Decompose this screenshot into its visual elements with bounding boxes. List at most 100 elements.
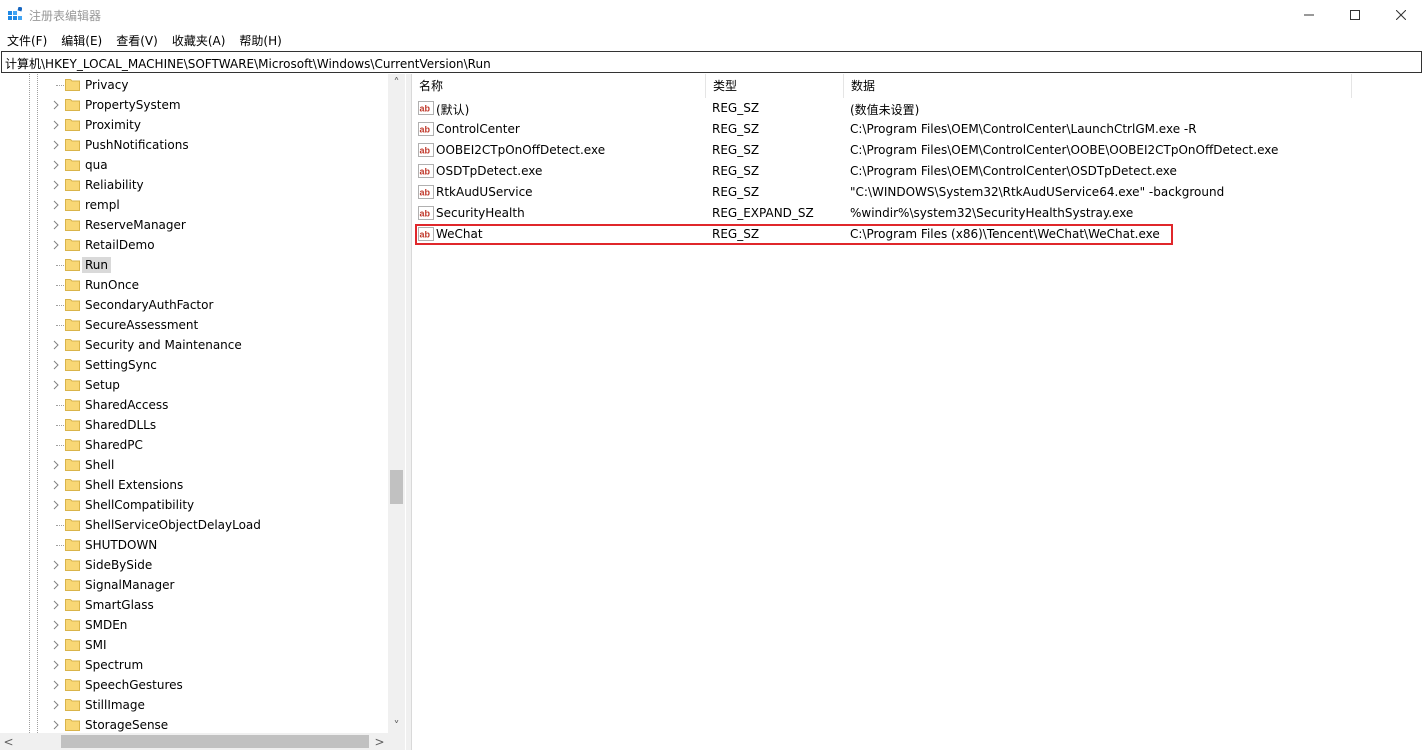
tree-item[interactable]: Security and Maintenance [0,335,388,355]
tree-item[interactable]: SHUTDOWN [0,535,388,555]
tree-item[interactable]: Proximity [0,115,388,135]
scroll-right-arrow-icon[interactable]: > [371,733,388,750]
tree-item[interactable]: Shell [0,455,388,475]
menu-help[interactable]: 帮助(H) [232,32,288,49]
maximize-button[interactable] [1332,0,1378,30]
value-row[interactable]: ab OOBEI2CTpOnOffDetect.exe REG_SZ C:\Progr… [412,140,1424,161]
menu-favorites[interactable]: 收藏夹(A) [165,32,233,49]
tree-item-label: Spectrum [85,658,144,672]
expand-chevron-icon[interactable] [51,460,61,470]
tree-item[interactable]: Privacy [0,75,388,95]
tree-item[interactable]: SMDEn [0,615,388,635]
tree-item[interactable]: ShellCompatibility [0,495,388,515]
tree-item[interactable]: SecondaryAuthFactor [0,295,388,315]
expand-chevron-icon[interactable] [51,180,61,190]
tree-item[interactable]: RetailDemo [0,235,388,255]
scroll-left-arrow-icon[interactable]: < [0,733,17,750]
column-header-name[interactable]: 名称 [412,74,706,98]
value-row[interactable]: ab OSDTpDetect.exe REG_SZ C:\Program Files\… [412,161,1424,182]
expand-chevron-icon[interactable] [51,680,61,690]
tree-item[interactable]: SharedPC [0,435,388,455]
tree-item[interactable]: rempl [0,195,388,215]
tree-item[interactable]: SideBySide [0,555,388,575]
tree-vertical-scroll-thumb[interactable] [390,470,403,504]
tree-item[interactable]: Spectrum [0,655,388,675]
tree-item[interactable]: ReserveManager [0,215,388,235]
expand-chevron-icon[interactable] [51,660,61,670]
expand-chevron-icon[interactable] [51,200,61,210]
expand-chevron-icon[interactable] [51,160,61,170]
expand-chevron-icon[interactable] [51,700,61,710]
expand-chevron-icon[interactable] [51,600,61,610]
expand-chevron-icon[interactable] [51,380,61,390]
expand-chevron-icon[interactable] [51,560,61,570]
scroll-up-arrow-icon[interactable]: ˄ [388,74,405,91]
value-type: REG_SZ [712,185,760,199]
column-header-type[interactable]: 类型 [706,74,844,98]
scroll-down-arrow-icon[interactable]: ˅ [388,717,405,734]
tree-item-label: Shell Extensions [85,478,184,492]
expand-chevron-icon[interactable] [51,720,61,730]
folder-icon [65,259,80,271]
tree-item-label: SharedPC [85,438,143,452]
expand-chevron-icon[interactable] [51,580,61,590]
tree-item[interactable]: SharedAccess [0,395,388,415]
expand-chevron-icon[interactable] [51,640,61,650]
column-header-data[interactable]: 数据 [844,74,1352,98]
expand-chevron-icon[interactable] [51,100,61,110]
expand-chevron-icon[interactable] [51,240,61,250]
tree-item[interactable]: RunOnce [0,275,388,295]
tree-item-label: Shell [85,458,115,472]
folder-icon [65,159,80,171]
value-row[interactable]: ab ControlCenter REG_SZ C:\Program Files\OE… [412,119,1424,140]
expand-chevron-icon[interactable] [51,480,61,490]
tree-item-label: SMDEn [85,618,128,632]
value-row[interactable]: ab (默认) REG_SZ (数值未设置) [412,98,1424,119]
tree-item-label: Reliability [85,178,144,192]
tree-item[interactable]: PushNotifications [0,135,388,155]
value-row[interactable]: ab SecurityHealth REG_EXPAND_SZ %windir%\sy… [412,203,1424,224]
tree-vertical-scrollbar[interactable]: ˄ ˅ [388,74,405,734]
expand-chevron-icon[interactable] [51,500,61,510]
tree-item[interactable]: SecureAssessment [0,315,388,335]
tree-horizontal-scroll-thumb[interactable] [61,735,369,748]
tree-item[interactable]: StorageSense [0,715,388,735]
tree-item[interactable]: SMI [0,635,388,655]
expand-chevron-icon[interactable] [51,120,61,130]
tree-connector [56,305,64,307]
tree-item[interactable]: SignalManager [0,575,388,595]
tree-item[interactable]: SpeechGestures [0,675,388,695]
tree-item[interactable]: PropertySystem [0,95,388,115]
folder-icon [65,479,80,491]
expand-chevron-icon[interactable] [51,620,61,630]
tree-horizontal-scrollbar[interactable]: < > [0,733,388,750]
expand-chevron-icon[interactable] [51,140,61,150]
tree-item[interactable]: Reliability [0,175,388,195]
tree-item[interactable]: SettingSync [0,355,388,375]
tree-item[interactable]: SmartGlass [0,595,388,615]
tree-item[interactable]: Run [0,255,388,275]
value-row[interactable]: ab RtkAudUService REG_SZ "C:\WINDOWS\System… [412,182,1424,203]
folder-icon [65,439,80,451]
tree-item[interactable]: StillImage [0,695,388,715]
tree-item-label: Run [82,257,112,273]
tree-item[interactable]: qua [0,155,388,175]
menu-view[interactable]: 查看(V) [109,32,165,49]
folder-icon [65,419,80,431]
address-bar[interactable]: 计算机\HKEY_LOCAL_MACHINE\SOFTWARE\Microsof… [1,51,1422,73]
tree-item[interactable]: Setup [0,375,388,395]
tree-item[interactable]: Shell Extensions [0,475,388,495]
expand-chevron-icon[interactable] [51,360,61,370]
value-name: ControlCenter [436,122,520,136]
menu-file[interactable]: 文件(F) [0,32,54,49]
tree-item[interactable]: ShellServiceObjectDelayLoad [0,515,388,535]
menu-edit[interactable]: 编辑(E) [54,32,109,49]
expand-chevron-icon[interactable] [51,220,61,230]
value-data: "C:\WINDOWS\System32\RtkAudUService64.ex… [850,185,1225,199]
tree-item[interactable]: SharedDLLs [0,415,388,435]
tree-item-label: RetailDemo [85,238,155,252]
folder-icon [65,239,80,251]
expand-chevron-icon[interactable] [51,340,61,350]
close-button[interactable] [1378,0,1424,30]
minimize-button[interactable] [1286,0,1332,30]
